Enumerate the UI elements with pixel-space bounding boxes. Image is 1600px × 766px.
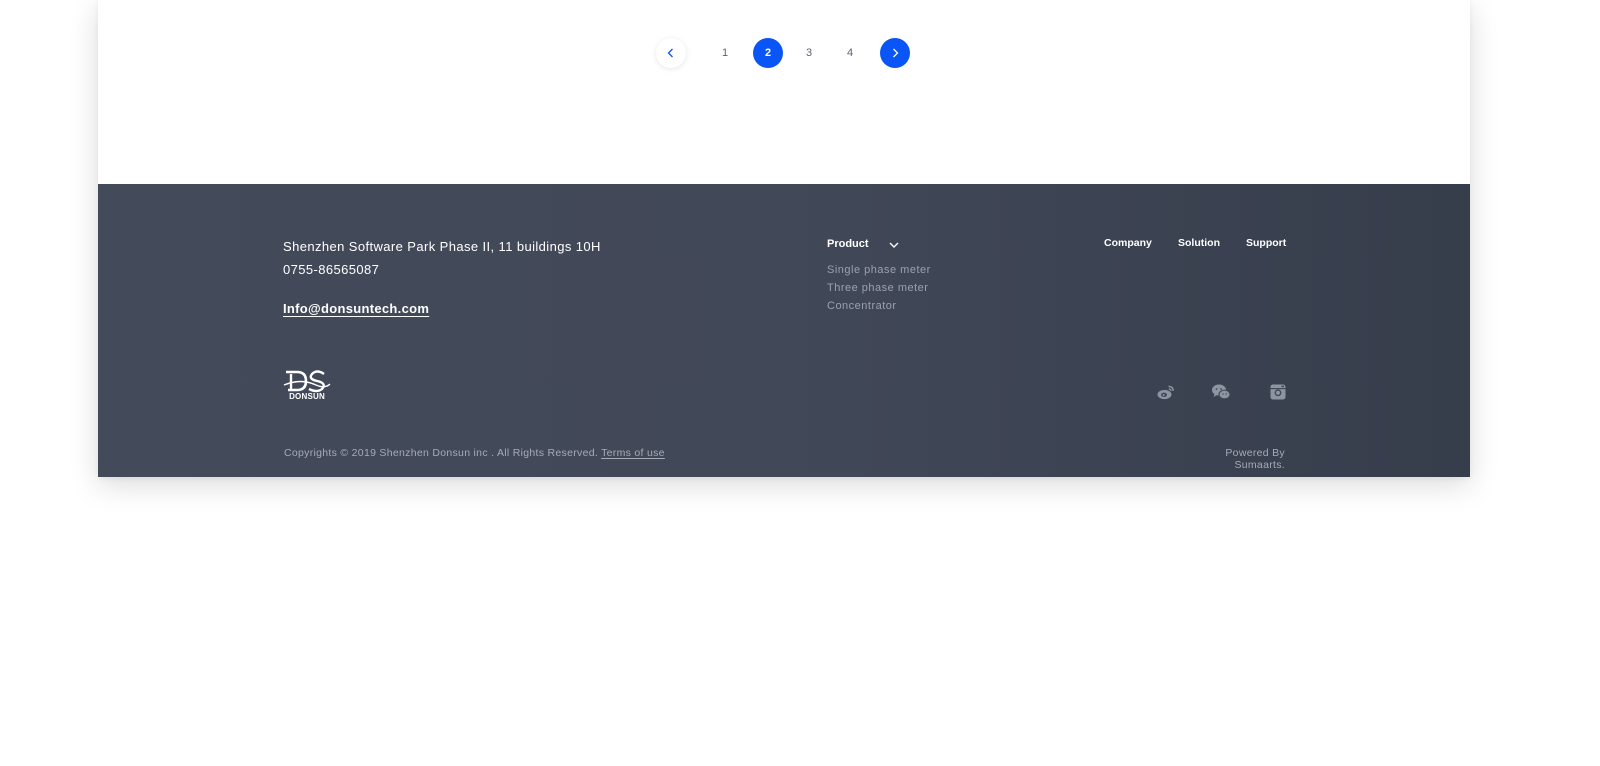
copyright-label: Copyrights © 2019 Shenzhen Donsun inc . … <box>284 447 599 459</box>
terms-of-use-link[interactable]: Terms of use <box>601 447 665 459</box>
nav-solution[interactable]: Solution <box>1178 237 1220 249</box>
chevron-down-icon[interactable] <box>888 239 900 251</box>
donsun-logo[interactable]: DONSUN <box>283 368 331 402</box>
chevron-right-icon <box>893 48 899 58</box>
page-card: 1 2 3 4 Shenzhen Software Park Phase II,… <box>98 0 1470 477</box>
page-1-button[interactable]: 1 <box>710 38 740 68</box>
instagram-icon[interactable] <box>1268 383 1288 401</box>
product-link-single-phase[interactable]: Single phase meter <box>827 264 931 276</box>
nav-support[interactable]: Support <box>1246 237 1286 249</box>
page-4-button[interactable]: 4 <box>835 38 865 68</box>
footer-address: Shenzhen Software Park Phase II, 11 buil… <box>283 239 601 254</box>
footer: Shenzhen Software Park Phase II, 11 buil… <box>98 184 1470 477</box>
product-link-concentrator[interactable]: Concentrator <box>827 300 897 312</box>
footer-email-link[interactable]: Info@donsuntech.com <box>283 301 429 316</box>
powered-by-text: Powered By Sumaarts. <box>1225 447 1285 471</box>
nav-product[interactable]: Product <box>827 238 869 250</box>
wechat-icon[interactable] <box>1211 383 1231 401</box>
next-page-button[interactable] <box>880 38 910 68</box>
weibo-icon[interactable] <box>1156 383 1176 401</box>
nav-company[interactable]: Company <box>1104 237 1152 249</box>
prev-page-button[interactable] <box>656 38 686 68</box>
footer-phone: 0755-86565087 <box>283 262 380 277</box>
pagination: 1 2 3 4 <box>98 38 1470 68</box>
logo-mark-icon <box>283 370 331 393</box>
page-3-button[interactable]: 3 <box>794 38 824 68</box>
page-2-button-current[interactable]: 2 <box>753 38 783 68</box>
product-link-three-phase[interactable]: Three phase meter <box>827 282 928 294</box>
logo-text: DONSUN <box>289 392 325 401</box>
chevron-left-icon <box>667 48 673 58</box>
copyright-text: Copyrights © 2019 Shenzhen Donsun inc . … <box>284 447 665 459</box>
